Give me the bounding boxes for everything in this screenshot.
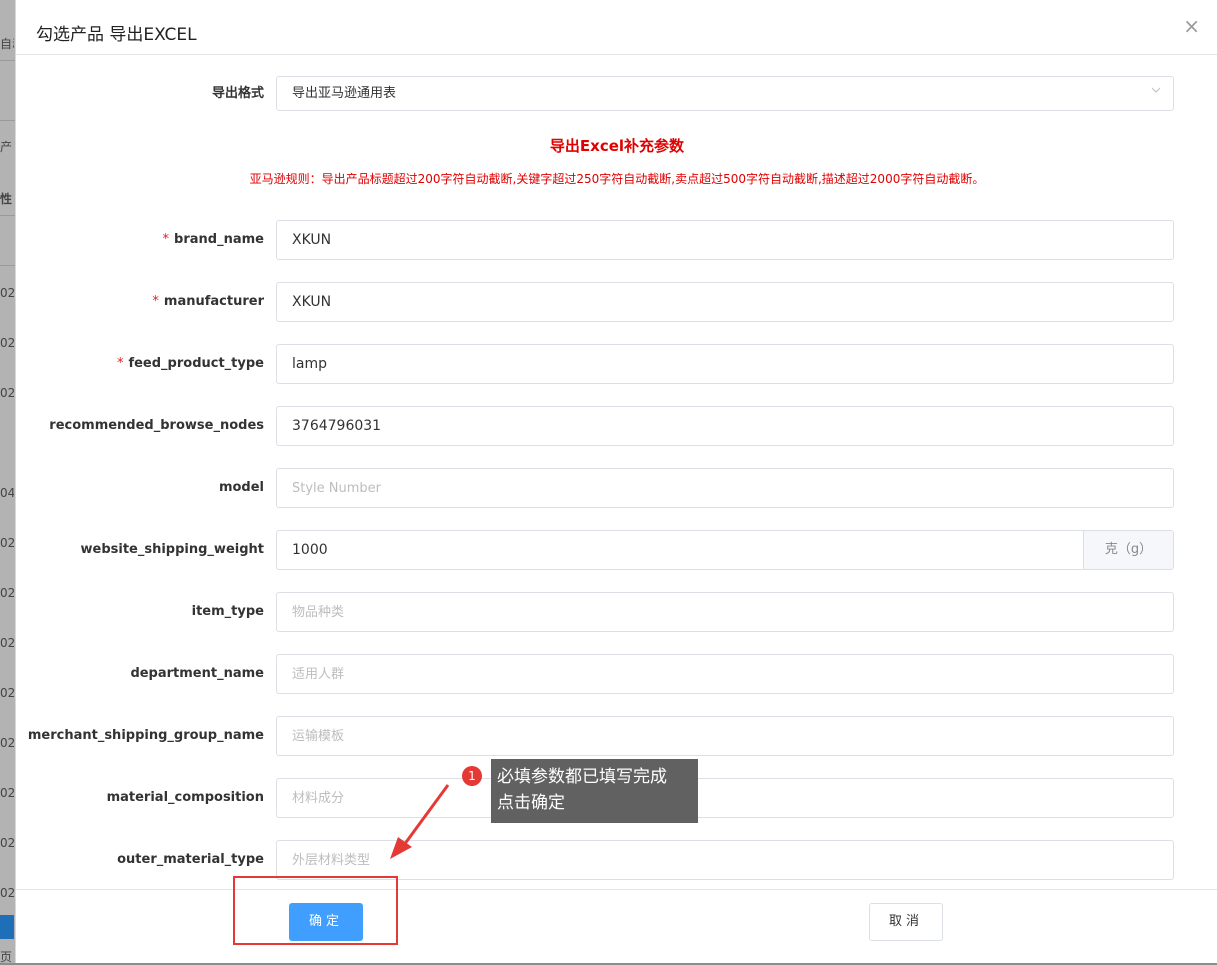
item-type-row: item_type: [16, 592, 1217, 632]
outer-material-type-row: outer_material_type: [16, 840, 1217, 880]
brand-name-input[interactable]: [276, 220, 1174, 260]
shipping-weight-row: website_shipping_weight 克（g）: [16, 530, 1217, 570]
department-name-row: department_name: [16, 654, 1217, 694]
confirm-highlight-box: [233, 876, 398, 945]
dialog-header: 勾选产品 导出EXCEL ×: [16, 0, 1217, 55]
export-excel-dialog: 勾选产品 导出EXCEL × 导出格式 导出亚马逊通用表 导出Excel补充参数…: [15, 0, 1217, 963]
feed-product-type-label: * feed_product_type: [116, 356, 264, 371]
backdrop-text: 性: [0, 192, 13, 206]
brand-name-row: * brand_name: [16, 220, 1217, 260]
recommended-browse-nodes-input[interactable]: [276, 406, 1174, 446]
backdrop-text: 021: [0, 386, 14, 400]
shipping-weight-label: website_shipping_weight: [80, 542, 265, 557]
section-title: 导出Excel补充参数: [549, 137, 685, 155]
required-mark: *: [162, 232, 170, 247]
outer-material-type-label: outer_material_type: [117, 852, 264, 867]
shipping-weight-input[interactable]: [276, 530, 1084, 570]
manufacturer-label: * manufacturer: [152, 294, 264, 309]
feed-product-type-row: * feed_product_type: [16, 344, 1217, 384]
amazon-rule-text: 亚马逊规则：导出产品标题超过200字符自动截断,关键字超过250字符自动截断,卖…: [249, 172, 985, 186]
backdrop-text: 021: [0, 686, 14, 700]
backdrop-text: 021: [0, 286, 14, 300]
backdrop-divider: [0, 265, 16, 266]
backdrop-text: 021: [0, 836, 14, 850]
dialog-title: 勾选产品 导出EXCEL: [36, 25, 197, 45]
export-format-label: 导出格式: [211, 86, 264, 101]
manufacturer-row: * manufacturer: [16, 282, 1217, 322]
shipping-group-row: merchant_shipping_group_name: [16, 716, 1217, 756]
backdrop-text: 043: [0, 486, 14, 500]
export-format-select[interactable]: 导出亚马逊通用表: [276, 76, 1174, 111]
shipping-group-label: merchant_shipping_group_name: [27, 728, 264, 743]
export-format-row: 导出格式 导出亚马逊通用表: [16, 76, 1217, 116]
weight-unit-suffix: 克（g）: [1084, 530, 1174, 570]
backdrop-text: 021: [0, 336, 14, 350]
dialog-footer: [16, 889, 1217, 963]
chevron-down-icon: [1151, 87, 1161, 93]
model-label: model: [218, 480, 264, 495]
backdrop-text: 021: [0, 786, 14, 800]
recommended-browse-nodes-row: recommended_browse_nodes: [16, 406, 1217, 446]
close-icon[interactable]: ×: [1183, 16, 1200, 36]
cancel-button[interactable]: 取消: [869, 903, 943, 941]
required-mark: *: [152, 294, 159, 309]
step-number-badge: 1: [462, 766, 482, 786]
shipping-group-input[interactable]: [276, 716, 1174, 756]
brand-name-label: * brand_name: [162, 232, 264, 247]
backdrop-text: 021: [0, 636, 14, 650]
manufacturer-input[interactable]: [276, 282, 1174, 322]
backdrop-text: 021: [0, 536, 14, 550]
backdrop-divider: [0, 120, 16, 121]
backdrop-text: 产: [0, 140, 13, 154]
pointer-arrow-icon: [390, 784, 450, 859]
backdrop-text: 自动: [0, 37, 14, 51]
item-type-label: item_type: [191, 604, 264, 619]
backdrop-text: 021: [0, 586, 14, 600]
annotation-line-2: 点击确定: [497, 793, 565, 813]
export-format-value: 导出亚马逊通用表: [292, 86, 397, 101]
annotation-line-1: 必填参数都已填写完成: [497, 767, 667, 787]
feed-product-type-input[interactable]: [276, 344, 1174, 384]
material-composition-label: material_composition: [106, 790, 264, 805]
required-mark: *: [116, 356, 124, 371]
department-name-label: department_name: [130, 666, 264, 681]
recommended-browse-nodes-label: recommended_browse_nodes: [49, 418, 264, 433]
backdrop-divider: [0, 215, 16, 216]
backdrop-text: 021: [0, 886, 14, 900]
backdrop-blue-button: [0, 915, 14, 939]
backdrop-text: 页: [0, 950, 13, 964]
model-row: model: [16, 468, 1217, 508]
annotation-tooltip: 必填参数都已填写完成 点击确定: [491, 759, 698, 823]
department-name-input[interactable]: [276, 654, 1174, 694]
item-type-input[interactable]: [276, 592, 1174, 632]
backdrop-divider: [0, 60, 16, 61]
backdrop-text: 021: [0, 736, 14, 750]
model-input[interactable]: [276, 468, 1174, 508]
